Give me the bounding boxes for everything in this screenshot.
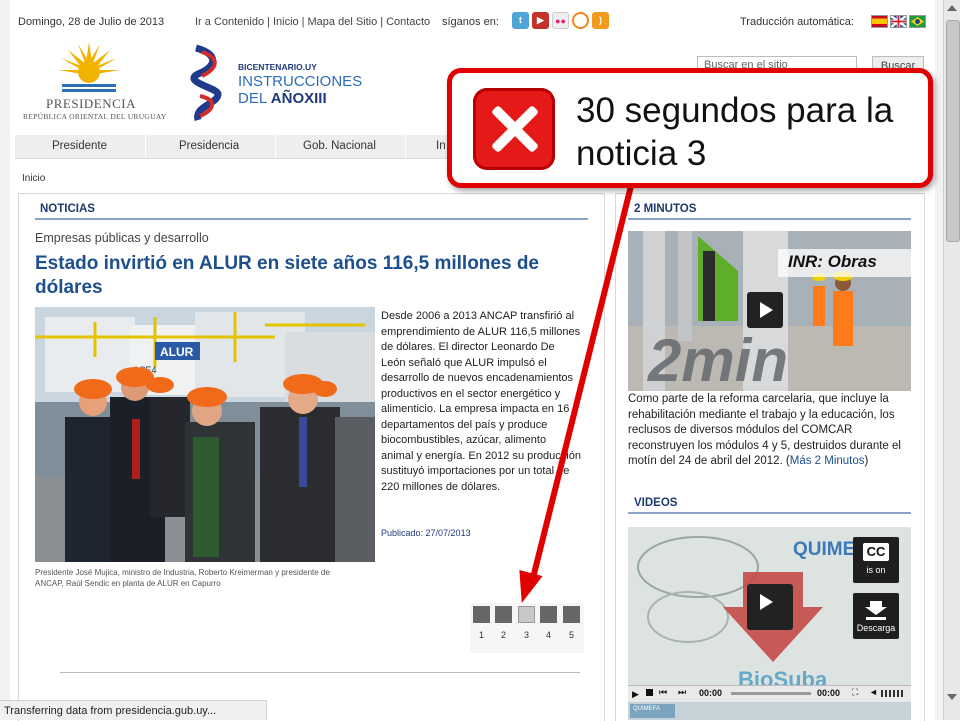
nav-gob-nacional[interactable]: Gob. Nacional: [303, 140, 376, 152]
cc-status: is on: [866, 565, 886, 575]
scrollbar-thumb[interactable]: [946, 20, 960, 242]
closed-captions-button[interactable]: CC is on: [853, 537, 899, 583]
videos-section-title: VIDEOS: [634, 497, 678, 509]
download-label: Descarga: [856, 623, 896, 633]
presidencia-logo[interactable]: PRESIDENCIA REPÚBLICA ORIENTAL DEL URUGU…: [18, 40, 166, 126]
download-icon: [865, 601, 887, 620]
news-pager: 1 2 3 4 5: [470, 603, 584, 653]
pager-dot-1[interactable]: [473, 606, 490, 623]
pager-dot-5[interactable]: [563, 606, 580, 623]
rss-icon[interactable]: ): [592, 12, 609, 29]
pager-number-1[interactable]: 1: [473, 630, 490, 640]
vertical-scrollbar[interactable]: [943, 0, 960, 720]
flickr-icon[interactable]: ●●: [552, 12, 569, 29]
nav-presidencia[interactable]: Presidencia: [179, 140, 239, 152]
more-two-minutes-link[interactable]: Más 2 Minutos: [790, 455, 865, 467]
pager-dot-3[interactable]: [518, 606, 535, 623]
top-links: Ir a Contenido | Inicio | Mapa del Sitio | Con…: [195, 16, 431, 28]
pager-number-5[interactable]: 5: [563, 630, 580, 640]
news-photo[interactable]: ALUR ACE4: [35, 307, 375, 562]
photo-sign: ALUR: [160, 345, 194, 359]
pager-dot-4[interactable]: [540, 606, 557, 623]
control-play-icon[interactable]: ▶: [632, 689, 639, 700]
presidencia-title: PRESIDENCIA: [46, 96, 137, 111]
download-button[interactable]: Descarga: [853, 593, 899, 639]
volume-slider[interactable]: [881, 690, 905, 697]
bicentenario-line3: DEL AÑOXIII: [238, 90, 327, 107]
bicentenario-emblem-icon: [190, 44, 222, 121]
video-controls: ▶ ⏮ ⏭ 00:00 00:00 ⛶ ◄: [628, 685, 911, 702]
browser-status-bar: Transferring data from presidencia.gub.u…: [0, 700, 267, 720]
close-x-icon: [473, 88, 555, 170]
link-ir-a-contenido[interactable]: Ir a Contenido: [195, 16, 264, 28]
sun-icon: [58, 42, 120, 92]
video-thumbnails: QUIMEFA: [628, 702, 911, 720]
news-bottom-divider: [60, 672, 580, 673]
twitter-icon[interactable]: t: [512, 12, 529, 29]
videos-play-icon[interactable]: [747, 584, 793, 630]
videos-player[interactable]: QUIMEF BioSuba CC is on Descarga ▶ ⏮ ⏭ 0…: [628, 527, 911, 720]
news-published-date: Publicado: 27/07/2013: [381, 528, 471, 538]
link-inicio[interactable]: Inicio: [273, 16, 299, 28]
news-headline[interactable]: Estado invirtió en ALUR en siete años 11…: [35, 252, 585, 300]
brazil-flag-icon[interactable]: [909, 15, 926, 28]
bicentenario-url: BICENTENARIO.UY: [238, 62, 317, 72]
pager-dot-2[interactable]: [495, 606, 512, 623]
callout-message: 30 segundos para la noticia 3: [576, 91, 894, 173]
video-progress-bar[interactable]: [731, 692, 811, 695]
videos-divider: [628, 512, 911, 514]
uk-flag-icon[interactable]: [890, 15, 907, 28]
news-section-divider: [35, 218, 588, 220]
top-bar: Domingo, 28 de Julio de 2013 Ir a Conten…: [10, 10, 926, 32]
control-next-icon[interactable]: ⏭: [678, 687, 686, 698]
volume-icon[interactable]: ◄: [869, 687, 878, 697]
translate-label: Traducción automática:: [740, 16, 854, 28]
nav-presidente[interactable]: Presidente: [52, 140, 107, 152]
spain-flag-icon[interactable]: [871, 15, 888, 28]
two-minutes-video-title: INR: Obras: [788, 252, 877, 271]
two-minutes-video[interactable]: 2min INR: Obras: [628, 231, 911, 391]
circle-icon[interactable]: [572, 12, 589, 29]
bicentenario-logo[interactable]: BICENTENARIO.UY INSTRUCCIONES DEL AÑOXII…: [188, 44, 368, 124]
current-date: Domingo, 28 de Julio de 2013: [18, 16, 165, 28]
two-minutes-overlay: 2min: [647, 327, 788, 391]
two-minutes-text: Como parte de la reforma carcelaria, que…: [628, 393, 901, 467]
control-prev-icon[interactable]: ⏮: [659, 687, 667, 698]
link-contacto[interactable]: Contacto: [386, 16, 430, 28]
photo-caption: Presidente José Mujica, ministro de Indu…: [35, 568, 330, 588]
fullscreen-icon[interactable]: ⛶: [852, 687, 858, 698]
pager-number-3[interactable]: 3: [518, 630, 535, 640]
news-category[interactable]: Empresas públicas y desarrollo: [35, 231, 209, 245]
presidencia-subtitle: REPÚBLICA ORIENTAL DEL URUGUAY: [23, 112, 167, 121]
video-thumbnail[interactable]: QUIMEFA: [630, 704, 675, 718]
youtube-icon[interactable]: ▶: [532, 12, 549, 29]
follow-label: síganos en:: [442, 16, 499, 28]
news-section-title: NOTICIAS: [40, 203, 95, 215]
pager-number-2[interactable]: 2: [495, 630, 512, 640]
cc-icon: CC: [863, 543, 889, 561]
bicentenario-line2: INSTRUCCIONES: [238, 73, 363, 90]
control-stop-icon[interactable]: [646, 689, 653, 696]
news-body: Desde 2006 a 2013 ANCAP transfirió al em…: [381, 310, 581, 493]
annotation-callout: 30 segundos para la noticia 3: [447, 68, 933, 188]
scroll-down-icon[interactable]: [947, 694, 957, 700]
two-minutes-play-icon[interactable]: [747, 292, 783, 328]
breadcrumb[interactable]: Inicio: [22, 173, 45, 184]
link-mapa-del-sitio[interactable]: Mapa del Sitio: [308, 16, 378, 28]
pager-number-4[interactable]: 4: [540, 630, 557, 640]
nav-item-4[interactable]: In: [436, 140, 446, 152]
two-minutes-section-title: 2 MINUTOS: [634, 203, 697, 215]
scroll-up-icon[interactable]: [947, 5, 957, 11]
time-elapsed: 00:00: [699, 688, 723, 698]
two-minutes-divider: [628, 218, 911, 220]
time-total: 00:00: [817, 688, 841, 698]
